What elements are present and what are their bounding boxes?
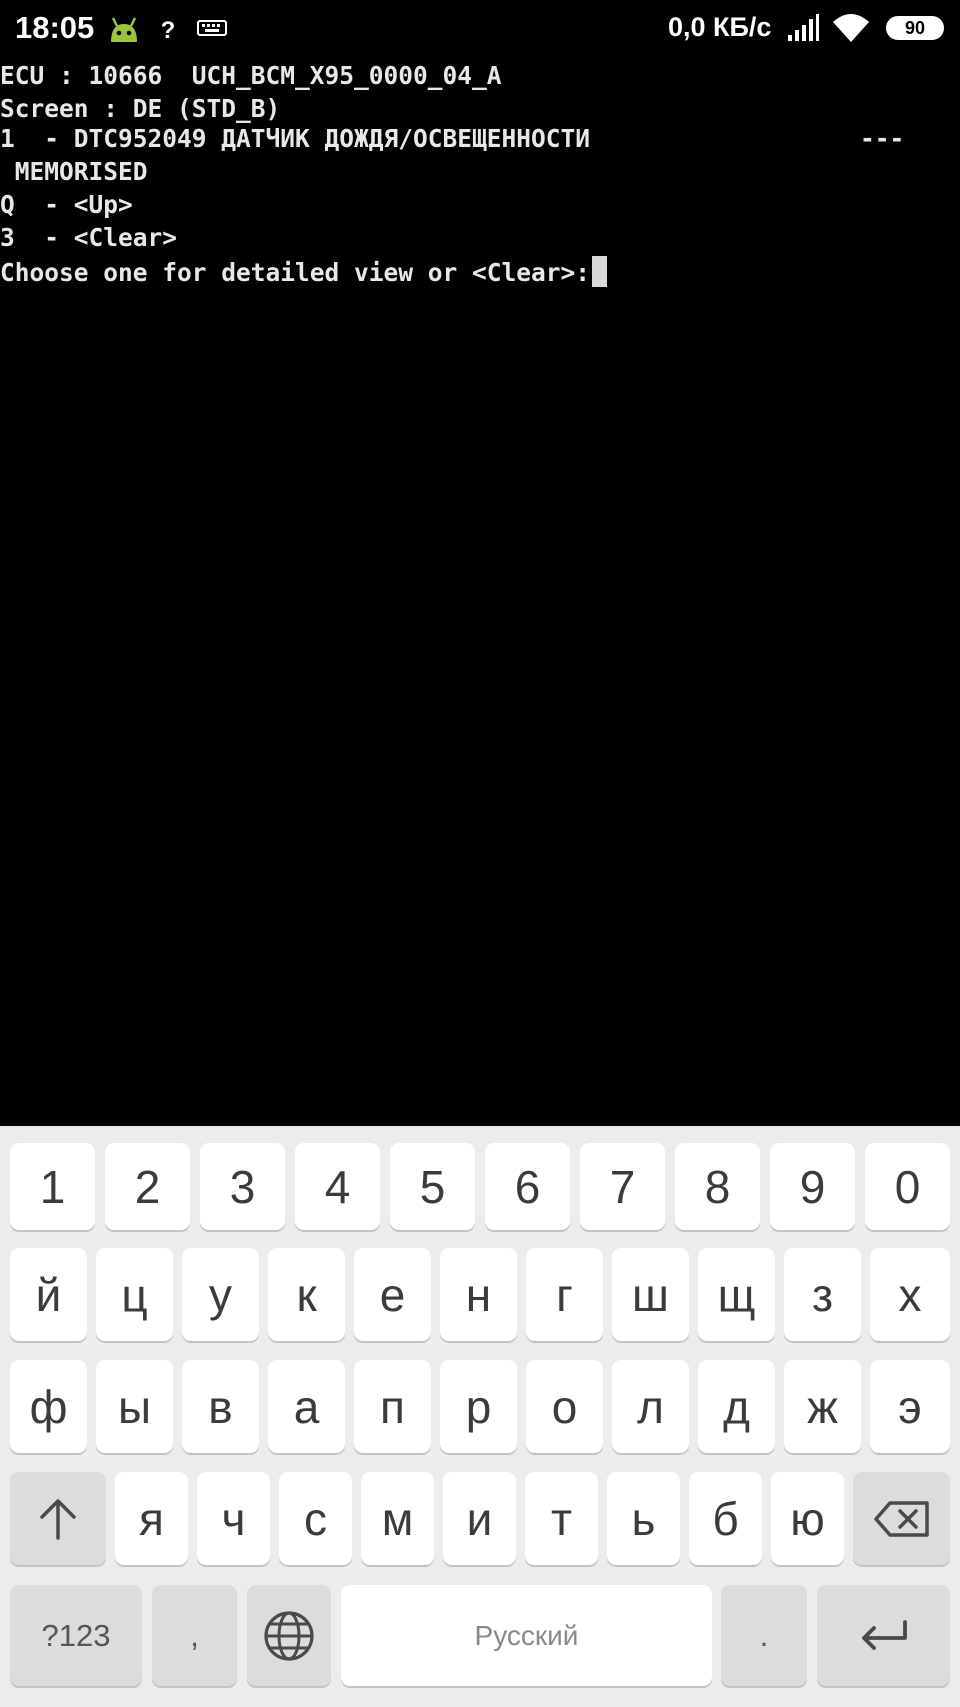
terminal-separator: ---: [860, 124, 905, 153]
key-5[interactable]: 5: [390, 1143, 475, 1230]
terminal-line-clear: 3 - <Clear>: [0, 223, 178, 252]
terminal-line-memorised: MEMORISED: [0, 157, 148, 186]
key-п[interactable]: п: [354, 1360, 431, 1453]
unknown-network-icon: ?: [155, 14, 181, 48]
key-м[interactable]: м: [361, 1472, 434, 1565]
android-notification-icon: [107, 14, 141, 48]
key-3[interactable]: 3: [200, 1143, 285, 1230]
key-х[interactable]: х: [870, 1248, 950, 1341]
key-и[interactable]: и: [443, 1472, 516, 1565]
shift-arrow-icon: [40, 1498, 76, 1540]
signal-icon: [786, 13, 820, 47]
terminal-output[interactable]: ECU : 10666 UCH_BCM_X95_0000_04_A Screen…: [0, 58, 960, 1126]
key-2[interactable]: 2: [105, 1143, 190, 1230]
key-е[interactable]: е: [354, 1248, 431, 1341]
key-н[interactable]: н: [440, 1248, 517, 1341]
key-й[interactable]: й: [10, 1248, 87, 1341]
key-б[interactable]: б: [689, 1472, 762, 1565]
key-ф[interactable]: ф: [10, 1360, 87, 1453]
status-bar: 18:05 ? 0,0 КБ/с 90: [0, 0, 960, 58]
enter-icon: [861, 1619, 907, 1650]
period-key[interactable]: .: [721, 1585, 807, 1686]
key-6[interactable]: 6: [485, 1143, 570, 1230]
key-о[interactable]: о: [526, 1360, 603, 1453]
key-1[interactable]: 1: [10, 1143, 95, 1230]
terminal-prompt-line[interactable]: Choose one for detailed view or <Clear>:: [0, 256, 608, 287]
terminal-line-dtc: 1 - DTC952049 ДАТЧИК ДОЖДЯ/ОСВЕЩЕННОСТИ: [0, 124, 591, 153]
key-9[interactable]: 9: [770, 1143, 855, 1230]
key-ы[interactable]: ы: [96, 1360, 173, 1453]
key-у[interactable]: у: [182, 1248, 259, 1341]
shift-key[interactable]: [10, 1472, 106, 1565]
terminal-line-ecu: ECU : 10666 UCH_BCM_X95_0000_04_A: [0, 61, 502, 90]
key-д[interactable]: д: [698, 1360, 775, 1453]
terminal-line-screen: Screen : DE (STD_B): [0, 94, 281, 123]
enter-key[interactable]: [817, 1585, 950, 1686]
key-в[interactable]: в: [182, 1360, 259, 1453]
soft-keyboard: 1 2 3 4 5 6 7 8 9 0 й ц у к е н г ш щ з …: [0, 1126, 960, 1707]
key-8[interactable]: 8: [675, 1143, 760, 1230]
key-ч[interactable]: ч: [197, 1472, 270, 1565]
status-time: 18:05: [15, 10, 95, 45]
key-ш[interactable]: ш: [612, 1248, 689, 1341]
key-т[interactable]: т: [525, 1472, 598, 1565]
svg-text:?: ?: [161, 17, 176, 44]
key-з[interactable]: з: [784, 1248, 861, 1341]
language-key[interactable]: [247, 1585, 331, 1686]
wifi-icon: [832, 12, 870, 48]
key-г[interactable]: г: [526, 1248, 603, 1341]
key-0[interactable]: 0: [865, 1143, 950, 1230]
key-а[interactable]: а: [268, 1360, 345, 1453]
backspace-icon: [873, 1500, 929, 1537]
key-ь[interactable]: ь: [607, 1472, 680, 1565]
key-с[interactable]: с: [279, 1472, 352, 1565]
key-ц[interactable]: ц: [96, 1248, 173, 1341]
text-cursor: [592, 256, 608, 287]
key-4[interactable]: 4: [295, 1143, 380, 1230]
backspace-key[interactable]: [853, 1472, 950, 1565]
key-э[interactable]: э: [870, 1360, 950, 1453]
terminal-line-up: Q - <Up>: [0, 190, 133, 219]
terminal-prompt: Choose one for detailed view or <Clear>:: [0, 258, 591, 287]
space-key[interactable]: Русский: [341, 1585, 712, 1686]
network-speed: 0,0 КБ/с: [668, 12, 772, 42]
key-я[interactable]: я: [115, 1472, 188, 1565]
key-р[interactable]: р: [440, 1360, 517, 1453]
keyboard-icon: [197, 14, 227, 46]
comma-key[interactable]: ,: [152, 1585, 237, 1686]
key-7[interactable]: 7: [580, 1143, 665, 1230]
key-ю[interactable]: ю: [771, 1472, 844, 1565]
key-к[interactable]: к: [268, 1248, 345, 1341]
battery-icon: 90: [886, 16, 944, 40]
symbols-key[interactable]: ?123: [10, 1585, 142, 1686]
key-щ[interactable]: щ: [698, 1248, 775, 1341]
key-л[interactable]: л: [612, 1360, 689, 1453]
key-ж[interactable]: ж: [784, 1360, 861, 1453]
globe-icon: [264, 1610, 314, 1661]
